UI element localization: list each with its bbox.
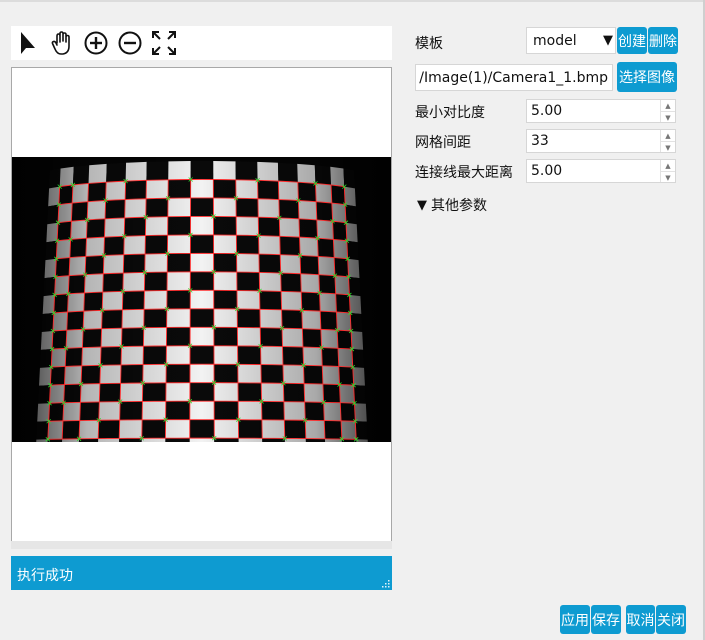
grid-spacing-spinbox[interactable]: 33 ▲ ▼ — [526, 129, 676, 153]
cancel-button[interactable]: 取消 — [626, 605, 655, 634]
spin-up-icon[interactable]: ▲ — [661, 130, 675, 141]
spin-down-icon[interactable]: ▼ — [661, 111, 675, 123]
spin-up-icon[interactable]: ▲ — [661, 100, 675, 111]
min-contrast-label: 最小对比度 — [415, 105, 485, 121]
other-params-label: 其他参数 — [431, 198, 487, 214]
status-text: 执行成功 — [17, 568, 73, 584]
max-line-distance-label: 连接线最大距离 — [415, 165, 513, 181]
viewport-scrollbar[interactable] — [11, 541, 392, 549]
create-template-button[interactable]: 创建 — [617, 27, 647, 54]
spin-down-icon[interactable]: ▼ — [661, 141, 675, 153]
template-label: 模板 — [415, 36, 443, 52]
select-arrow-icon — [21, 32, 35, 54]
image-path-value: /Image(1)/Camera1_1.bmp — [419, 70, 608, 86]
image-viewport[interactable] — [11, 67, 392, 542]
template-select[interactable]: model ▼ — [526, 27, 616, 54]
zoom-out-button[interactable] — [113, 26, 147, 60]
dropdown-arrow-icon: ▼ — [603, 33, 613, 48]
select-image-button[interactable]: 选择图像 — [617, 62, 677, 92]
zoom-in-icon — [84, 31, 108, 55]
image-path-field[interactable]: /Image(1)/Camera1_1.bmp — [415, 64, 613, 91]
close-button[interactable]: 关闭 — [656, 605, 686, 634]
spin-up-icon[interactable]: ▲ — [661, 160, 675, 171]
triangle-down-icon: ▼ — [417, 197, 427, 213]
grid-spacing-label: 网格间距 — [415, 135, 471, 151]
min-contrast-spinbox[interactable]: 5.00 ▲ ▼ — [526, 99, 676, 123]
grid-spacing-value: 33 — [531, 133, 549, 149]
select-tool-button[interactable] — [11, 26, 45, 60]
save-button[interactable]: 保存 — [591, 605, 621, 634]
pan-hand-icon — [51, 31, 70, 55]
other-params-toggle[interactable]: ▼ 其他参数 — [417, 195, 487, 215]
pan-tool-button[interactable] — [45, 26, 79, 60]
apply-button[interactable]: 应用 — [560, 605, 590, 634]
zoom-in-button[interactable] — [79, 26, 113, 60]
cylinder-shading — [12, 157, 391, 442]
spin-down-icon[interactable]: ▼ — [661, 171, 675, 183]
checkerboard-image — [12, 157, 391, 442]
max-line-distance-spinbox[interactable]: 5.00 ▲ ▼ — [526, 159, 676, 183]
delete-template-button[interactable]: 删除 — [648, 27, 678, 54]
template-select-value: model — [533, 33, 577, 49]
window-top-border — [0, 0, 705, 2]
max-line-distance-value: 5.00 — [531, 163, 563, 179]
resize-grip-icon[interactable] — [381, 579, 390, 588]
spin-arrows[interactable]: ▲ ▼ — [660, 130, 675, 152]
fit-view-icon — [152, 31, 176, 55]
spin-arrows[interactable]: ▲ ▼ — [660, 160, 675, 182]
zoom-out-icon — [118, 31, 142, 55]
fit-view-button[interactable] — [147, 26, 181, 60]
view-toolbar — [11, 26, 392, 60]
min-contrast-value: 5.00 — [531, 103, 563, 119]
spin-arrows[interactable]: ▲ ▼ — [660, 100, 675, 122]
status-bar: 执行成功 — [11, 556, 392, 590]
